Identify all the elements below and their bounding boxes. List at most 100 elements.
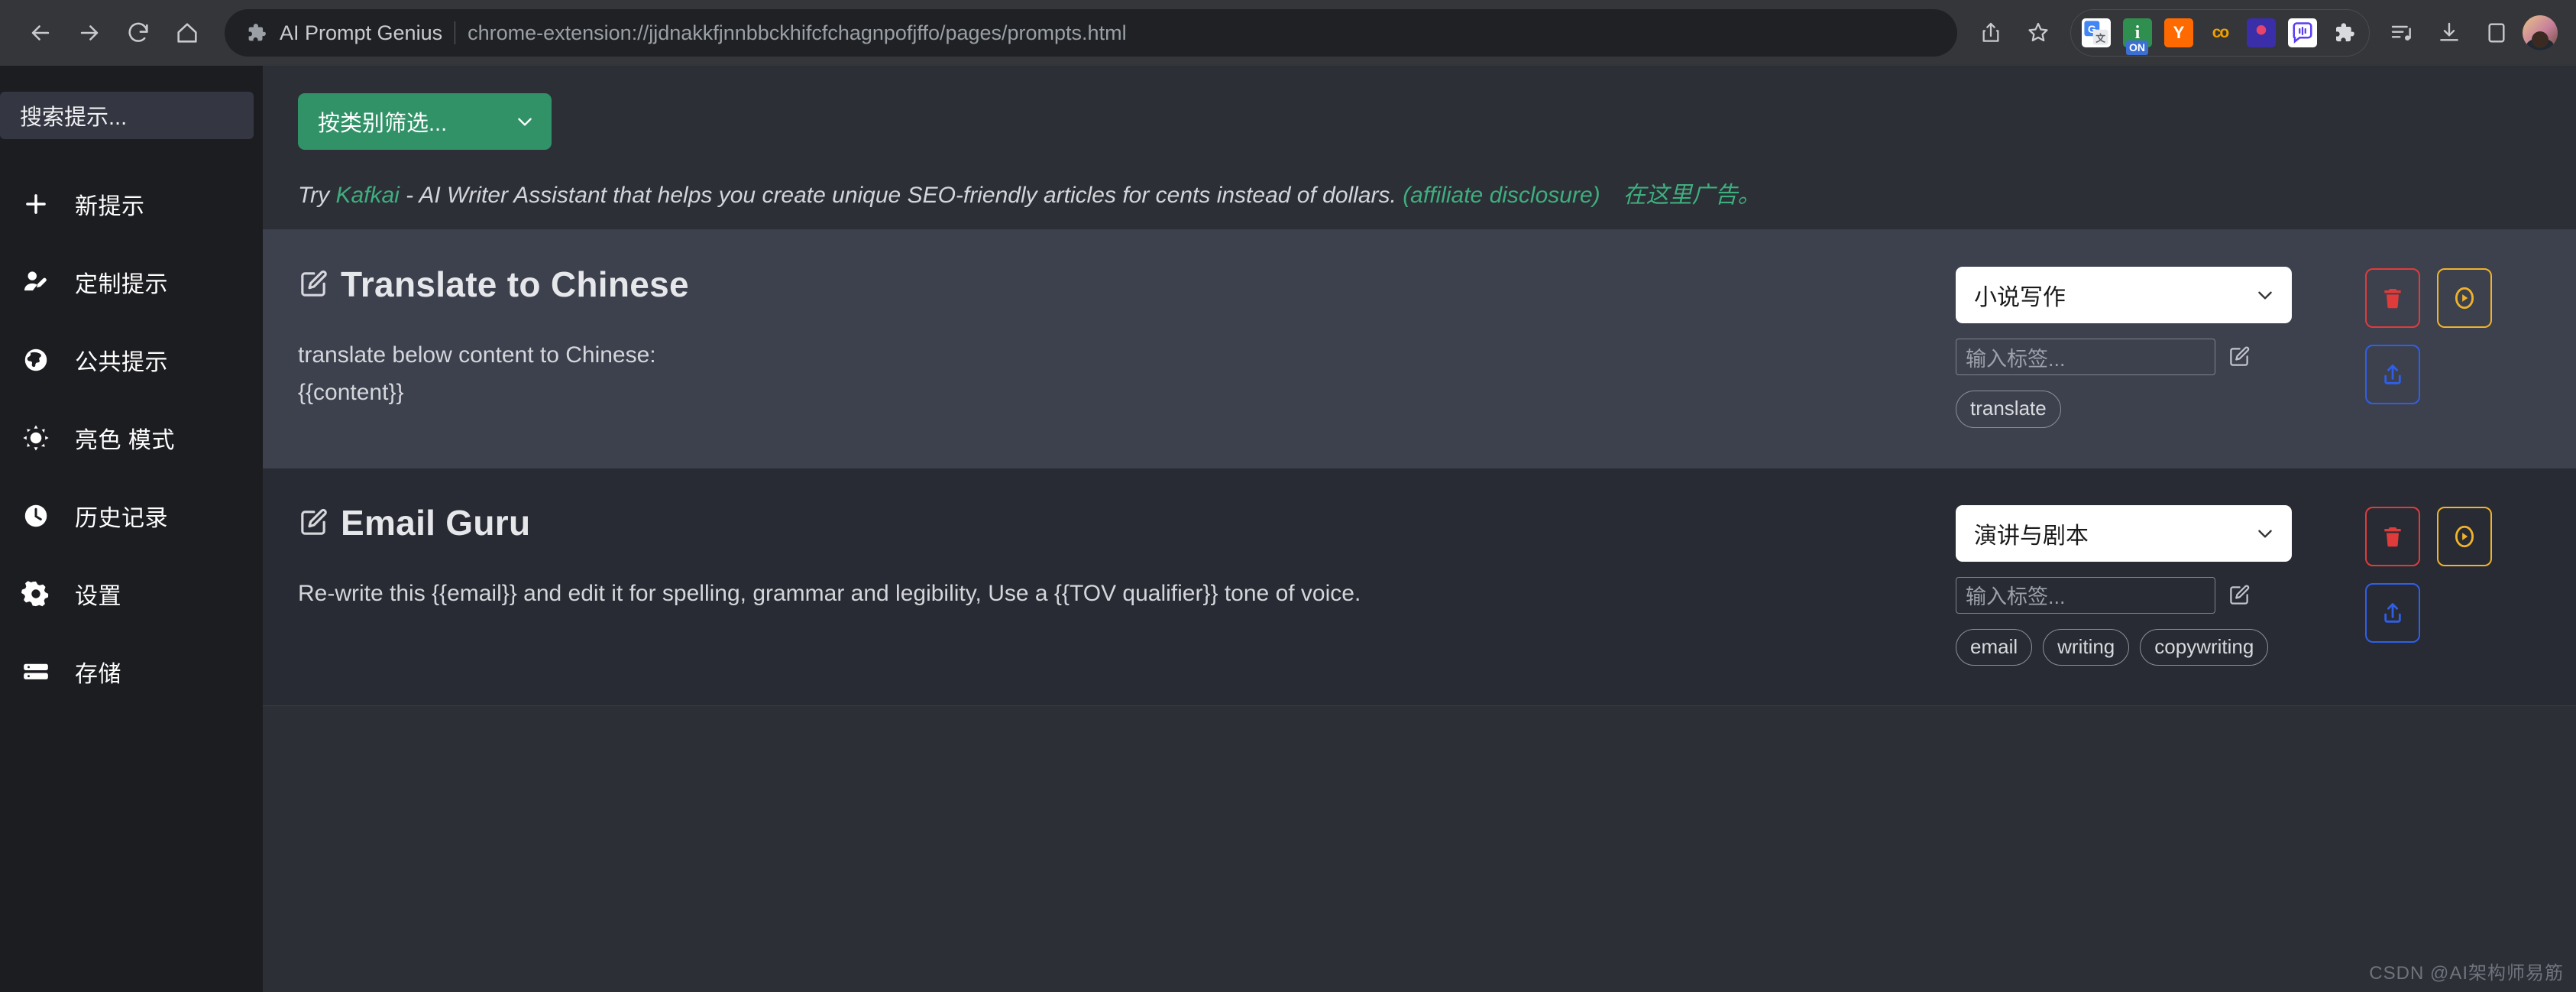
- ad-body-text: - AI Writer Assistant that helps you cre…: [399, 183, 1403, 208]
- tag-chip[interactable]: email: [1956, 628, 2033, 666]
- prompt-meta: 小说写作 输入标签... translate: [1956, 264, 2315, 428]
- sidebar-nav: 新提示 定制提示 公共提示 亮色 模式 历史记录 设置 存储: [0, 165, 263, 711]
- chevron-down-icon: [515, 112, 535, 131]
- kafkai-link[interactable]: Kafkai: [335, 183, 399, 208]
- tag-edit-icon[interactable]: [2228, 584, 2251, 607]
- category-select-value: 演讲与剧本: [1974, 523, 2089, 549]
- prompt-card: Translate to Chinese translate below con…: [263, 230, 2576, 468]
- sidebar: 搜索提示... 新提示 定制提示 公共提示 亮色 模式 历史记录 设置 存储: [0, 66, 263, 992]
- forward-button[interactable]: [67, 11, 112, 55]
- chevron-down-icon: [2255, 524, 2275, 543]
- prompt-card: Email Guru Re-write this {{email}} and e…: [263, 468, 2576, 706]
- omnibox-extension-title: AI Prompt Genius: [280, 21, 443, 44]
- tag-input-placeholder: 输入标签...: [1966, 347, 2066, 371]
- filter-button-label: 按类别筛选...: [318, 112, 448, 136]
- run-button[interactable]: [2437, 268, 2492, 328]
- sidebar-item-history[interactable]: 历史记录: [0, 477, 263, 555]
- sidebar-item-new-prompt[interactable]: 新提示: [0, 165, 263, 243]
- grammar-extension-icon[interactable]: i ON: [2123, 18, 2152, 55]
- search-input[interactable]: 搜索提示...: [0, 92, 254, 139]
- tag-edit-icon[interactable]: [2228, 345, 2251, 368]
- reading-list-icon[interactable]: [2380, 11, 2423, 54]
- sidebar-label: 存储: [75, 662, 121, 687]
- filter-by-category-button[interactable]: 按类别筛选...: [298, 93, 552, 150]
- tag-chip[interactable]: translate: [1956, 391, 2061, 428]
- tag-list: translate: [1956, 391, 2315, 428]
- sidebar-label: 新提示: [75, 194, 145, 219]
- gear-icon: [20, 579, 52, 608]
- omnibox-url: chrome-extension://jjdnakkfjnnbbckhifcfc…: [468, 21, 1127, 44]
- sidebar-item-settings[interactable]: 设置: [0, 555, 263, 633]
- edit-square-icon[interactable]: [298, 269, 328, 300]
- sidebar-label: 历史记录: [75, 506, 168, 531]
- sidebar-label: 设置: [75, 584, 121, 609]
- svg-text:文: 文: [2095, 32, 2105, 44]
- tag-chip[interactable]: copywriting: [2140, 628, 2269, 666]
- browser-toolbar: AI Prompt Genius chrome-extension://jjdn…: [0, 0, 2576, 66]
- filter-row: 按类别筛选...: [263, 66, 2576, 150]
- ad-try-text: Try: [298, 183, 336, 208]
- coco-extension-icon[interactable]: co: [2205, 18, 2235, 47]
- delete-button[interactable]: [2365, 506, 2420, 566]
- sidebar-item-custom-prompts[interactable]: 定制提示: [0, 243, 263, 321]
- brain-chat-extension-icon[interactable]: [2247, 18, 2276, 47]
- tag-input-row: 输入标签...: [1956, 576, 2315, 614]
- tag-input[interactable]: 输入标签...: [1956, 339, 2215, 375]
- extension-on-badge: ON: [2126, 41, 2148, 55]
- tag-chip[interactable]: writing: [2043, 628, 2130, 666]
- prompt-title: Email Guru: [341, 502, 531, 543]
- search-placeholder: 搜索提示...: [20, 105, 128, 130]
- address-bar[interactable]: AI Prompt Genius chrome-extension://jjdn…: [225, 9, 1957, 57]
- advertisement-banner: Try Kafkai - AI Writer Assistant that he…: [263, 176, 2576, 230]
- downloads-icon[interactable]: [2428, 11, 2471, 54]
- affiliate-disclosure-link[interactable]: (affiliate disclosure): [1403, 183, 1600, 208]
- side-panel-icon[interactable]: [2475, 11, 2518, 54]
- yandex-extension-icon[interactable]: Y: [2164, 18, 2193, 47]
- prompt-actions: [2365, 264, 2541, 404]
- prompt-title-row: Translate to Chinese: [298, 264, 1956, 305]
- share-upload-button[interactable]: [2365, 582, 2420, 643]
- tag-input[interactable]: 输入标签...: [1956, 576, 2215, 614]
- tag-list: email writing copywriting: [1956, 628, 2315, 666]
- sun-icon: [20, 423, 52, 452]
- delete-button[interactable]: [2365, 268, 2420, 328]
- google-translate-extension-icon[interactable]: G文: [2082, 18, 2111, 47]
- category-select-value: 小说写作: [1974, 285, 2066, 310]
- prompt-card-content: Email Guru Re-write this {{email}} and e…: [263, 502, 1956, 613]
- reload-button[interactable]: [116, 11, 160, 55]
- sidebar-item-light-mode[interactable]: 亮色 模式: [0, 399, 263, 477]
- prompt-title: Translate to Chinese: [341, 264, 689, 304]
- chevron-down-icon: [2255, 285, 2275, 305]
- prompt-actions: [2365, 502, 2541, 643]
- clock-icon: [20, 502, 52, 530]
- page-body: 搜索提示... 新提示 定制提示 公共提示 亮色 模式 历史记录 设置 存储 按…: [0, 66, 2576, 992]
- storage-icon: [20, 657, 52, 686]
- home-button[interactable]: [165, 11, 209, 55]
- sidebar-item-public-prompts[interactable]: 公共提示: [0, 321, 263, 399]
- share-icon[interactable]: [1969, 11, 2012, 54]
- tag-input-placeholder: 输入标签...: [1966, 585, 2066, 608]
- run-button[interactable]: [2437, 506, 2492, 566]
- category-select[interactable]: 小说写作: [1956, 267, 2292, 323]
- advertise-here-link[interactable]: 在这里广告。: [1623, 183, 1761, 208]
- profile-avatar[interactable]: [2523, 15, 2558, 50]
- back-button[interactable]: [18, 11, 63, 55]
- extension-puzzle-icon: [244, 21, 267, 44]
- prompt-card-content: Translate to Chinese translate below con…: [263, 264, 1956, 411]
- prompt-body: Re-write this {{email}} and edit it for …: [298, 580, 1361, 606]
- main-content: 按类别筛选... Try Kafkai - AI Writer Assistan…: [263, 66, 2576, 992]
- globe-icon: [20, 346, 52, 374]
- bookmark-star-icon[interactable]: [2017, 11, 2060, 54]
- tag-input-row: 输入标签...: [1956, 339, 2315, 375]
- extensions-puzzle-icon[interactable]: [2329, 18, 2358, 47]
- sidebar-label: 定制提示: [75, 272, 168, 297]
- voice-chat-extension-icon[interactable]: [2288, 18, 2317, 47]
- sidebar-label: 亮色 模式: [75, 428, 175, 453]
- sidebar-item-storage[interactable]: 存储: [0, 633, 263, 711]
- category-select[interactable]: 演讲与剧本: [1956, 504, 2292, 562]
- edit-square-icon[interactable]: [298, 507, 328, 538]
- sidebar-label: 公共提示: [75, 350, 168, 375]
- prompt-title-row: Email Guru: [298, 502, 1956, 543]
- share-upload-button[interactable]: [2365, 345, 2420, 404]
- user-edit-icon: [20, 267, 52, 297]
